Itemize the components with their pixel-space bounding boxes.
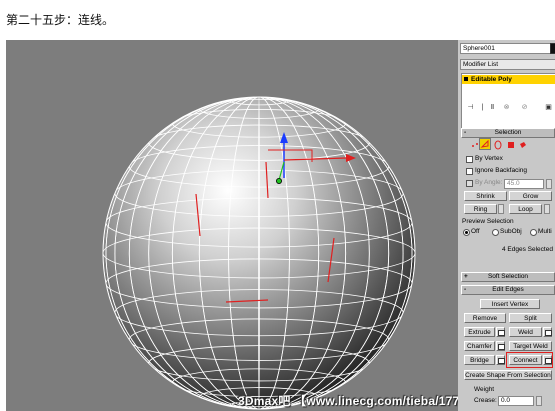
edge-mode-icon bbox=[480, 139, 489, 148]
modifier-list-dropdown[interactable]: Modifier List bbox=[460, 59, 555, 70]
selection-status: 4 Edges Selected bbox=[502, 246, 553, 253]
make-unique-icon[interactable]: Ⅱ bbox=[488, 103, 497, 112]
soft-selection-title: Soft Selection bbox=[487, 273, 529, 280]
weld-button[interactable]: Weld bbox=[509, 327, 542, 337]
collapse-icon: - bbox=[464, 129, 467, 136]
selection-rollout-header[interactable]: - Selection bbox=[461, 128, 555, 138]
ring-spinner[interactable] bbox=[498, 204, 504, 214]
viewport-canvas[interactable] bbox=[6, 40, 458, 411]
extrude-settings-icon[interactable] bbox=[496, 327, 505, 337]
gizmo-pivot-icon[interactable] bbox=[275, 177, 282, 184]
target-weld-button[interactable]: Target Weld bbox=[509, 341, 552, 351]
by-vertex-checkbox[interactable] bbox=[466, 156, 473, 163]
weld-settings-icon[interactable] bbox=[543, 327, 552, 337]
by-vertex-label: By Vertex bbox=[475, 155, 503, 162]
modifier-sets-icon[interactable]: ▣ bbox=[544, 103, 553, 112]
crease-field[interactable]: 0.0 bbox=[498, 396, 534, 406]
expand-icon bbox=[464, 77, 468, 82]
ignore-backfacing-label: Ignore Backfacing bbox=[475, 167, 528, 174]
create-shape-button[interactable]: Create Shape From Selection bbox=[464, 370, 552, 380]
bridge-button[interactable]: Bridge bbox=[464, 355, 495, 365]
preview-selection-label: Preview Selection bbox=[462, 218, 514, 225]
angle-field[interactable]: 45.0 bbox=[504, 179, 544, 189]
bridge-settings-icon[interactable] bbox=[496, 355, 505, 365]
ring-button[interactable]: Ring bbox=[464, 204, 497, 214]
preview-subobj-radio[interactable] bbox=[492, 229, 499, 236]
soft-selection-rollout-header[interactable]: + Soft Selection bbox=[461, 272, 555, 282]
insert-vertex-button[interactable]: Insert Vertex bbox=[480, 299, 540, 309]
crease-spinner[interactable] bbox=[536, 396, 542, 406]
preview-off-radio[interactable] bbox=[463, 229, 470, 236]
loop-button[interactable]: Loop bbox=[509, 204, 542, 214]
expand-icon: + bbox=[464, 273, 468, 280]
object-name-field[interactable]: Sphere001 bbox=[460, 43, 552, 54]
angle-spinner[interactable] bbox=[546, 179, 552, 189]
perspective-viewport[interactable]: 3Dmax吧 【www.linecg.com/tieba/1771】 bbox=[6, 40, 458, 411]
crease-label: Crease: bbox=[474, 397, 497, 404]
connect-highlight bbox=[506, 352, 553, 368]
preview-multi-label: Multi bbox=[538, 228, 552, 235]
preview-multi-radio[interactable] bbox=[530, 229, 537, 236]
element-mode-icon[interactable] bbox=[518, 140, 528, 150]
preview-off-label: Off bbox=[471, 228, 480, 235]
modify-panel: Sphere001 Modifier List Editable Poly ⊣ … bbox=[458, 40, 555, 411]
configure-sets-icon[interactable]: ⊘ bbox=[520, 103, 529, 112]
watermark: 3Dmax吧 【www.linecg.com/tieba/1771】 bbox=[238, 394, 458, 408]
pin-stack-icon[interactable]: ⊣ bbox=[466, 103, 475, 112]
stack-item-label: Editable Poly bbox=[471, 76, 512, 83]
edit-edges-rollout-header[interactable]: - Edit Edges bbox=[461, 285, 555, 295]
selection-rollout-title: Selection bbox=[494, 129, 522, 136]
edge-mode-button[interactable] bbox=[479, 138, 491, 150]
edit-edges-title: Edit Edges bbox=[492, 286, 524, 293]
remove-button[interactable]: Remove bbox=[464, 313, 506, 323]
ignore-backfacing-checkbox[interactable] bbox=[466, 168, 473, 175]
extrude-button[interactable]: Extrude bbox=[464, 327, 495, 337]
step-caption: 第二十五步：连线。 bbox=[6, 13, 115, 27]
chamfer-settings-icon[interactable] bbox=[496, 341, 505, 351]
show-end-result-icon[interactable]: | bbox=[478, 103, 487, 112]
modifier-stack[interactable]: Editable Poly bbox=[461, 73, 555, 129]
collapse-icon: - bbox=[464, 286, 467, 293]
stack-item-editable-poly[interactable]: Editable Poly bbox=[462, 75, 555, 84]
polygon-mode-icon[interactable] bbox=[506, 140, 516, 150]
object-color-swatch[interactable] bbox=[550, 43, 555, 54]
border-mode-icon[interactable] bbox=[493, 140, 503, 150]
shrink-button[interactable]: Shrink bbox=[464, 191, 507, 201]
by-angle-checkbox[interactable] bbox=[466, 180, 473, 187]
loop-spinner[interactable] bbox=[544, 204, 550, 214]
preview-subobj-label: SubObj bbox=[500, 228, 522, 235]
weight-label: Weight bbox=[474, 386, 495, 393]
by-angle-label: By Angle: bbox=[475, 179, 503, 186]
remove-modifier-icon[interactable]: ⊗ bbox=[502, 103, 511, 112]
grow-button[interactable]: Grow bbox=[509, 191, 552, 201]
split-button[interactable]: Split bbox=[509, 313, 552, 323]
chamfer-button[interactable]: Chamfer bbox=[464, 341, 495, 351]
